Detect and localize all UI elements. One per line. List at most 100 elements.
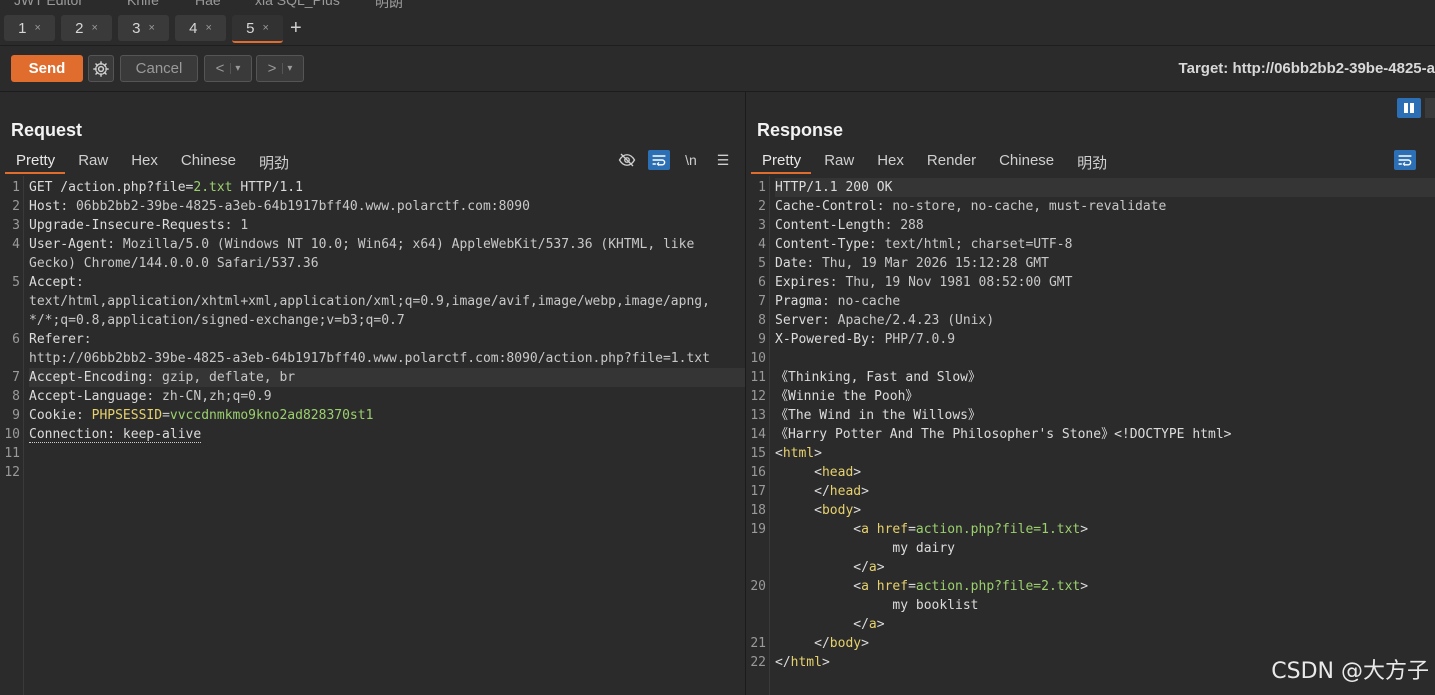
code-line[interactable]: 19 <a href=action.php?file=1.txt>	[746, 520, 1435, 539]
code-line[interactable]: 9 Cookie: PHPSESSID=vvccdnmkmo9kno2ad8283…	[0, 406, 745, 425]
code-line[interactable]: 14 《Harry Potter And The Philosopher's St…	[746, 425, 1435, 444]
code-line[interactable]: 21 </body>	[746, 634, 1435, 653]
request-code[interactable]: 1 GET /action.php?file=2.txt HTTP/1.1 2 Hos…	[0, 178, 745, 482]
add-tab-button[interactable]: +	[290, 17, 302, 40]
code-line[interactable]: 5 Date: Thu, 19 Mar 2026 15:12:28 GMT	[746, 254, 1435, 273]
line-text: </head>	[775, 484, 869, 499]
tab-mingjin[interactable]: 明劲	[1066, 150, 1117, 174]
code-line[interactable]: 8 Server: Apache/2.4.23 (Unix)	[746, 311, 1435, 330]
response-editor-tools	[1384, 150, 1416, 170]
tab-hex[interactable]: Hex	[866, 150, 914, 174]
code-line[interactable]: 4 Content-Type: text/html; charset=UTF-8	[746, 235, 1435, 254]
code-line[interactable]: 10	[746, 349, 1435, 368]
code-line[interactable]: http://06bb2bb2-39be-4825-a3eb-64b1917bf…	[0, 349, 745, 368]
code-line[interactable]: 1 HTTP/1.1 200 OK	[746, 178, 1435, 197]
code-line[interactable]: Gecko) Chrome/144.0.0.0 Safari/537.36	[0, 254, 745, 273]
menu-item-xia-sql[interactable]: xia SQL_Plus	[255, 0, 340, 8]
code-line[interactable]: 13 《The Wind in the Willows》	[746, 406, 1435, 425]
code-line[interactable]: 16 <head>	[746, 463, 1435, 482]
code-line[interactable]: 12	[0, 463, 745, 482]
tab-raw[interactable]: Raw	[813, 150, 864, 174]
line-text: Expires: Thu, 19 Nov 1981 08:52:00 GMT	[775, 275, 1073, 290]
code-line[interactable]: 1 GET /action.php?file=2.txt HTTP/1.1	[0, 178, 745, 197]
code-line[interactable]: </a>	[746, 615, 1435, 634]
tab-pretty[interactable]: Pretty	[751, 150, 812, 174]
code-line[interactable]: 6 Referer:	[0, 330, 745, 349]
code-line[interactable]: 9 X-Powered-By: PHP/7.0.9	[746, 330, 1435, 349]
menu-item-jwt-editor[interactable]: JWT Editor	[14, 0, 83, 8]
code-line[interactable]: 11 《Thinking, Fast and Slow》	[746, 368, 1435, 387]
code-line[interactable]: 5 Accept:	[0, 273, 745, 292]
code-line[interactable]: 6 Expires: Thu, 19 Nov 1981 08:52:00 GMT	[746, 273, 1435, 292]
close-icon[interactable]: ×	[262, 22, 268, 34]
line-text: Accept:	[29, 275, 84, 290]
tab-1[interactable]: 1 ×	[4, 15, 55, 41]
code-line[interactable]: text/html,application/xhtml+xml,applicat…	[0, 292, 745, 311]
forward-button[interactable]: > ▾	[256, 55, 304, 82]
line-text: Pragma: no-cache	[775, 294, 901, 309]
line-text: my dairy	[775, 541, 956, 556]
tab-render[interactable]: Render	[916, 150, 986, 174]
tab-chinese[interactable]: Chinese	[988, 150, 1064, 174]
back-button[interactable]: < ▾	[204, 55, 252, 82]
tab-5[interactable]: 5 ×	[232, 15, 283, 43]
code-line[interactable]: 10 Connection: keep-alive	[0, 425, 745, 444]
request-editor[interactable]: 1 GET /action.php?file=2.txt HTTP/1.1 2 Hos…	[0, 176, 745, 695]
code-line[interactable]: 8 Accept-Language: zh-CN,zh;q=0.9	[0, 387, 745, 406]
settings-button[interactable]	[88, 55, 114, 82]
code-line[interactable]: 12 《Winnie the Pooh》	[746, 387, 1435, 406]
code-line[interactable]: 20 <a href=action.php?file=2.txt>	[746, 577, 1435, 596]
tab-3[interactable]: 3 ×	[118, 15, 169, 41]
target-url[interactable]: Target: http://06bb2bb2-39be-4825-a	[1179, 60, 1435, 77]
code-line[interactable]: */*;q=0.8,application/signed-exchange;v=…	[0, 311, 745, 330]
layout-rows-button[interactable]	[1425, 98, 1435, 118]
code-line[interactable]: 3 Content-Length: 288	[746, 216, 1435, 235]
tab-hex[interactable]: Hex	[120, 150, 168, 174]
chevron-down-icon[interactable]: ▾	[230, 63, 240, 74]
hide-icon[interactable]	[616, 150, 638, 170]
line-number: 2	[12, 199, 20, 214]
code-line[interactable]: 11	[0, 444, 745, 463]
code-line[interactable]: 7 Pragma: no-cache	[746, 292, 1435, 311]
word-wrap-icon[interactable]	[648, 150, 670, 170]
tab-raw[interactable]: Raw	[67, 150, 118, 174]
code-line[interactable]: 3 Upgrade-Insecure-Requests: 1	[0, 216, 745, 235]
code-line[interactable]: 2 Host: 06bb2bb2-39be-4825-a3eb-64b1917bf…	[0, 197, 745, 216]
code-line[interactable]: 7 Accept-Encoding: gzip, deflate, br	[0, 368, 745, 387]
tab-pretty[interactable]: Pretty	[5, 150, 66, 174]
chevron-down-icon[interactable]: ▾	[282, 63, 292, 74]
menu-item-hae[interactable]: Hae	[195, 0, 221, 8]
line-text: 《Winnie the Pooh》	[775, 389, 919, 404]
close-icon[interactable]: ×	[205, 22, 211, 34]
cancel-button[interactable]: Cancel	[120, 55, 198, 82]
close-icon[interactable]: ×	[34, 22, 40, 34]
layout-toggle-button[interactable]	[1397, 98, 1421, 118]
send-button[interactable]: Send	[11, 55, 83, 82]
tab-2[interactable]: 2 ×	[61, 15, 112, 41]
code-line[interactable]: 15 <html>	[746, 444, 1435, 463]
response-code[interactable]: 1 HTTP/1.1 200 OK 2 Cache-Control: no-store…	[746, 178, 1435, 672]
code-line[interactable]: 4 User-Agent: Mozilla/5.0 (Windows NT 10.…	[0, 235, 745, 254]
code-line[interactable]: </a>	[746, 558, 1435, 577]
line-number: 16	[750, 465, 766, 480]
tab-mingjin[interactable]: 明劲	[248, 150, 299, 174]
code-line[interactable]: 18 <body>	[746, 501, 1435, 520]
word-wrap-icon[interactable]	[1394, 150, 1416, 170]
code-line[interactable]: 2 Cache-Control: no-store, no-cache, must…	[746, 197, 1435, 216]
close-icon[interactable]: ×	[148, 22, 154, 34]
request-title: Request	[11, 120, 83, 140]
code-line[interactable]: my dairy	[746, 539, 1435, 558]
menu-item-knife[interactable]: Knife	[127, 0, 159, 8]
code-line[interactable]: my booklist	[746, 596, 1435, 615]
tab-4[interactable]: 4 ×	[175, 15, 226, 41]
code-line[interactable]: 17 </head>	[746, 482, 1435, 501]
close-icon[interactable]: ×	[91, 22, 97, 34]
response-editor[interactable]: 1 HTTP/1.1 200 OK 2 Cache-Control: no-store…	[746, 176, 1435, 695]
line-text	[29, 463, 745, 482]
line-text: User-Agent: Mozilla/5.0 (Windows NT 10.0…	[29, 237, 695, 252]
tab-chinese[interactable]: Chinese	[170, 150, 246, 174]
menu-item-mingjin[interactable]: 明朗	[375, 0, 403, 10]
line-number: 4	[12, 237, 20, 252]
menu-icon[interactable]: ☰	[712, 150, 734, 170]
newline-toggle[interactable]: \n	[680, 150, 702, 170]
